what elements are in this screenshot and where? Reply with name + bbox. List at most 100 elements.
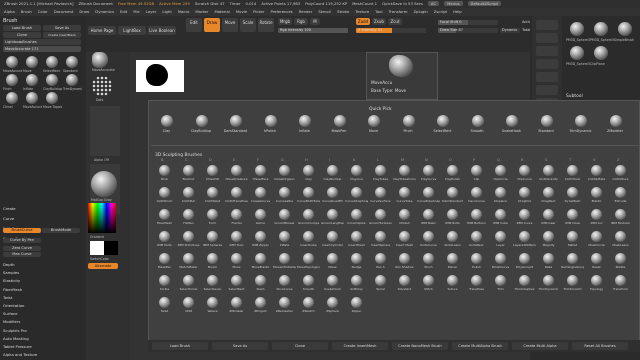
zadd-button[interactable]: Zadd [356, 18, 370, 25]
secondary-color-swatch[interactable] [104, 241, 118, 255]
brush-gizmo[interactable]: Gizmo [249, 207, 272, 227]
brush-rotate[interactable]: Rotate [609, 251, 632, 271]
brush-nudge[interactable]: Nudge [345, 251, 368, 271]
brush-polygroupit[interactable]: PolyGroupit [513, 251, 536, 271]
menu-item-document[interactable]: Document [54, 9, 74, 14]
letter-index[interactable]: C [185, 158, 188, 162]
brush-curvesurface[interactable]: CurveSurface [369, 185, 392, 205]
brush-thumb[interactable] [26, 56, 38, 68]
subtool-heading[interactable]: Subtool [566, 94, 583, 99]
letter-index[interactable]: R [521, 158, 524, 162]
brush-moveinfinitedepth[interactable]: MoveInfiniteDepth [273, 251, 296, 271]
lightbox-brushes-button[interactable]: Lightbox▸Brushes [3, 39, 81, 45]
brush-insertsphere[interactable]: InsertSphere [369, 229, 392, 249]
letter-index[interactable]: I [329, 158, 330, 162]
brush-imm-bolts[interactable]: IMM Bolts [441, 207, 464, 227]
brush-imm-curve[interactable]: IMM Curve [513, 207, 536, 227]
brush-imm-buttons[interactable]: IMM Buttons [465, 207, 488, 227]
brush-groomlengthen[interactable]: GroomLengthen [321, 207, 344, 227]
letter-index[interactable]: H [305, 158, 308, 162]
brush-transpose[interactable]: TransPose [465, 273, 488, 293]
lightbox-button[interactable]: LightBox [118, 26, 146, 35]
brush-slash[interactable]: Slash [249, 273, 272, 293]
brush-selectlasso[interactable]: SelectLasso [201, 273, 224, 293]
quick-pick-clay[interactable]: Clay [153, 113, 180, 135]
brush-selectrect[interactable]: SelectRect [225, 273, 248, 293]
brush-groomclumps[interactable]: GroomClumps [297, 207, 320, 227]
menu-item-help[interactable]: Help [453, 9, 462, 14]
letter-index[interactable]: M [401, 158, 404, 162]
brush-curvemultitube[interactable]: CurveMultiTube [297, 185, 320, 205]
brush-clothinflate[interactable]: ClothInflate [585, 163, 608, 183]
shelf-button[interactable] [536, 59, 558, 69]
section-elasticity[interactable]: Elasticity [3, 278, 20, 283]
brush-layer[interactable]: Layer [489, 229, 512, 249]
brush-clipcircle[interactable]: ClipCircle [489, 163, 512, 183]
brush-boolcut[interactable]: BoolCut [177, 163, 200, 183]
brush-reset[interactable]: Reset [585, 251, 608, 271]
section-depth[interactable]: Depth [3, 262, 15, 267]
menu-item-texture[interactable]: Texture [355, 9, 369, 14]
section-samples[interactable]: Samples [3, 270, 19, 275]
zcut-button[interactable]: Zcut [388, 18, 402, 25]
brush-decocurve[interactable]: DecoCurve [465, 185, 488, 205]
section-tablet-pressure[interactable]: Tablet Pressure [3, 344, 32, 349]
brush-groomspike[interactable]: GroomSpike [345, 207, 368, 227]
current-brush-thumb[interactable] [92, 52, 108, 68]
brush-clothpull[interactable]: ClothPull [177, 185, 200, 205]
brush-clothgravity[interactable]: ClothGravity [537, 163, 560, 183]
brush-clipcurve[interactable]: ClipCurve [513, 163, 536, 183]
shelf-button[interactable] [536, 33, 558, 43]
clone-button[interactable]: Clone [3, 32, 41, 38]
section-alpha-and-texture[interactable]: Alpha and Texture [3, 352, 37, 357]
brush-polish[interactable]: Polish [465, 251, 488, 271]
section-modifiers[interactable]: Modifiers [3, 319, 20, 324]
menu-item-brush[interactable]: Brush [21, 9, 32, 14]
brush-curvetube[interactable]: CurveTube [393, 185, 416, 205]
brush-twist[interactable]: Twist [153, 295, 176, 315]
menu-item-preferences[interactable]: Preferences [270, 9, 292, 14]
tool-thumb[interactable] [618, 22, 632, 36]
brush-morph[interactable]: Morph [201, 251, 224, 271]
brush-zremesher[interactable]: ZRemesher [273, 295, 296, 315]
quick-pick-claybuildup[interactable]: ClayBuildup [188, 113, 215, 135]
brush-weave[interactable]: Weave [201, 295, 224, 315]
bottom-button-3[interactable]: Create InsertMesh [332, 342, 388, 350]
menu-item-alpha[interactable]: Alpha [4, 9, 15, 14]
letter-index[interactable]: N [425, 158, 428, 162]
brush-dragrect[interactable]: DragRect [537, 185, 560, 205]
letter-index[interactable]: G [281, 158, 284, 162]
brush-thumb[interactable] [6, 74, 18, 86]
brush-displace[interactable]: Displace [489, 185, 512, 205]
brush-inserthead[interactable]: InsertHead [345, 229, 368, 249]
brush-insertcube[interactable]: InsertCube [297, 229, 320, 249]
quick-pick-trimdynamic[interactable]: TrimDynamic [567, 113, 594, 135]
save-as-button[interactable]: Save As [43, 25, 81, 31]
brush-vdm[interactable]: VDM [177, 295, 200, 315]
brush-curvelathe[interactable]: CurveLathe [273, 185, 296, 205]
brush-clothtwist[interactable]: ClothTwist [201, 185, 224, 205]
quick-pick-hpolish[interactable]: hPolish [257, 113, 284, 135]
brush-insert-mesh[interactable]: Insert Mesh [393, 229, 416, 249]
create-insertmesh-button[interactable]: Create InsertMesh [43, 32, 81, 38]
quick-pick-move[interactable]: Move [360, 113, 387, 135]
menu-item-zplugin[interactable]: Zplugin [413, 9, 427, 14]
brush-thumb[interactable] [46, 92, 58, 104]
brush-zipper[interactable]: Zipper [345, 295, 368, 315]
bottom-button-2[interactable]: Clone [272, 342, 328, 350]
brush-chiselcreature[interactable]: ChiselCreature [225, 163, 248, 183]
brush-maskpen[interactable]: MaskPen [153, 251, 176, 271]
brush-imm-hose[interactable]: IMM Hose [561, 207, 584, 227]
brush-groomblower[interactable]: GroomBlower [273, 207, 296, 227]
brush-fractal[interactable]: Fractal [225, 207, 248, 227]
brush-maskcircle[interactable]: MaskCircle [585, 229, 608, 249]
tool-thumb[interactable] [570, 22, 584, 36]
menu-item-movie[interactable]: Movie [236, 9, 247, 14]
brush-suture[interactable]: Suture [441, 273, 464, 293]
brush-chiselorganic[interactable]: ChiselOrganic [273, 163, 296, 183]
main-color-swatch[interactable] [90, 241, 104, 255]
brush-zsphere[interactable]: ZSphere [321, 295, 344, 315]
letter-index[interactable]: V [593, 158, 595, 162]
z-intensity-slider[interactable]: Z Intensity 51 [356, 28, 426, 33]
brush-groomturbulence[interactable]: GroomTurbulence [369, 207, 392, 227]
